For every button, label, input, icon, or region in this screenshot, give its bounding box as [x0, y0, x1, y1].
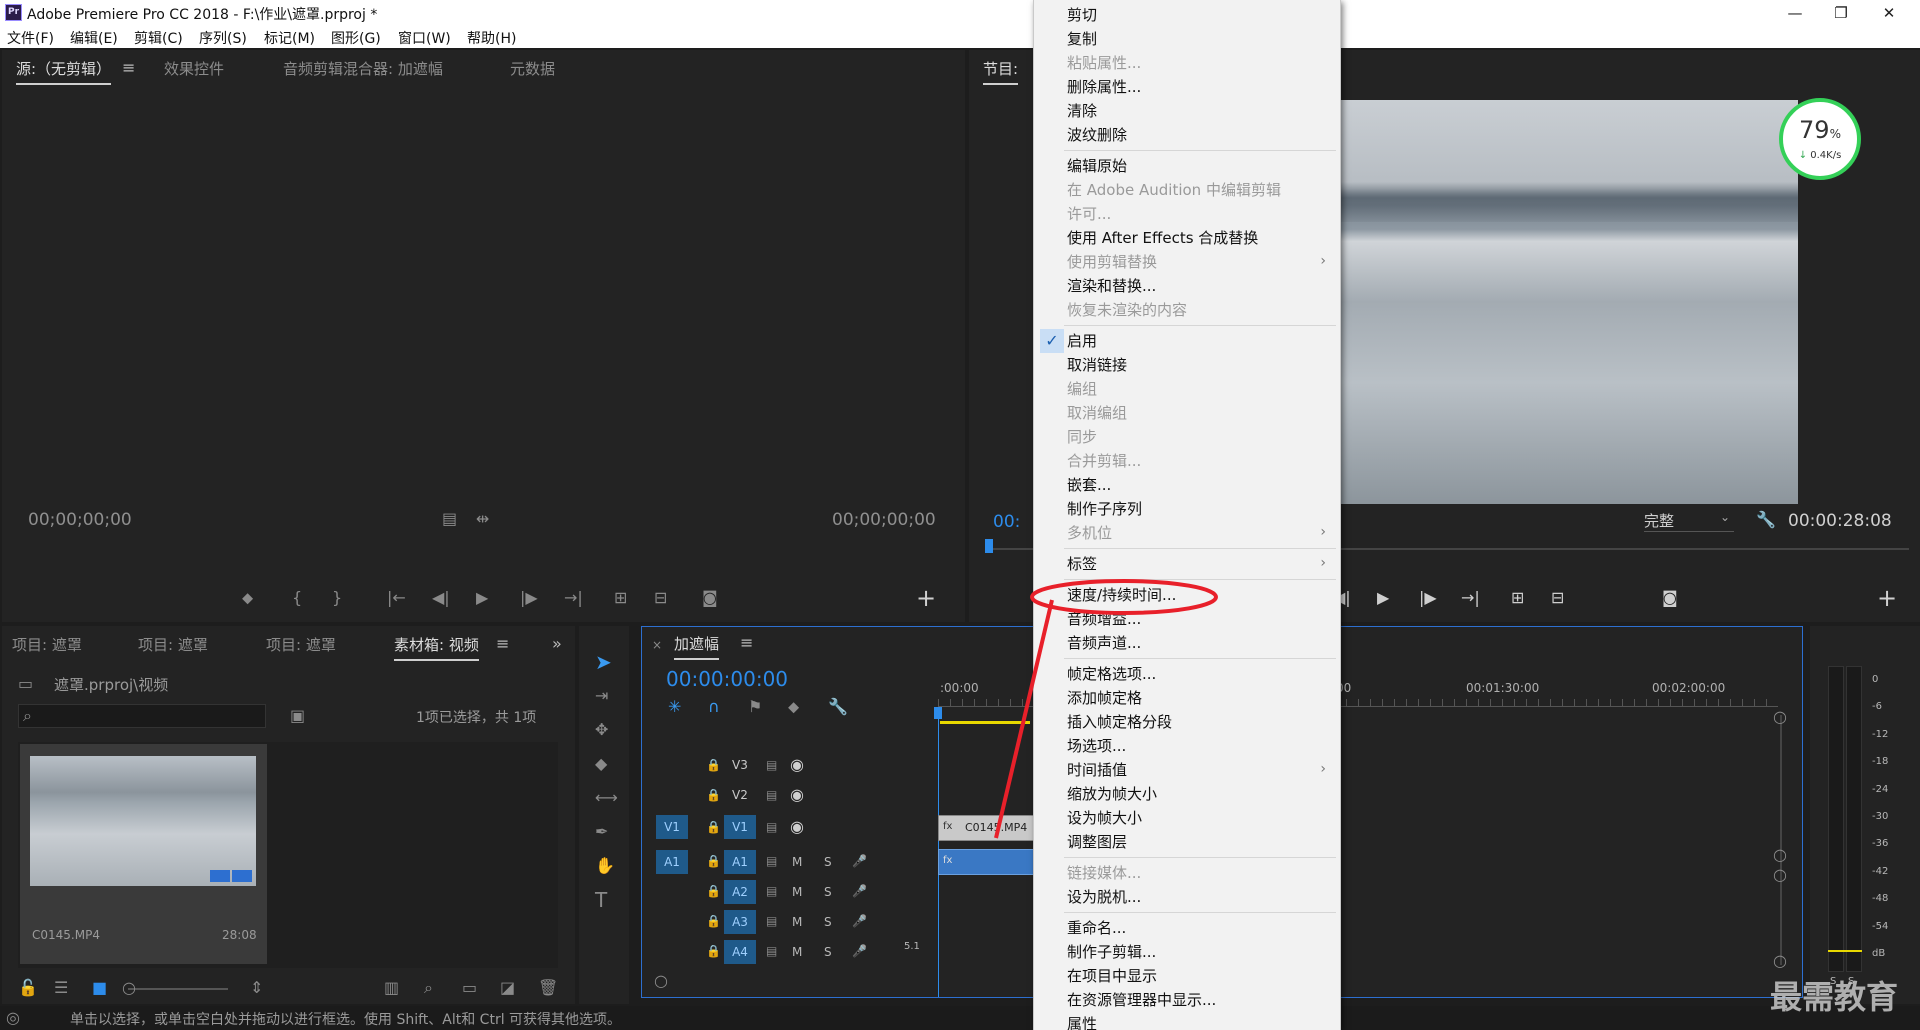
annotation-arrow-line — [994, 599, 1054, 839]
annotation-ellipse — [1030, 579, 1218, 615]
annotation-overlay — [994, 579, 1218, 839]
watermark-text: 最需教育 — [1770, 978, 1899, 1016]
